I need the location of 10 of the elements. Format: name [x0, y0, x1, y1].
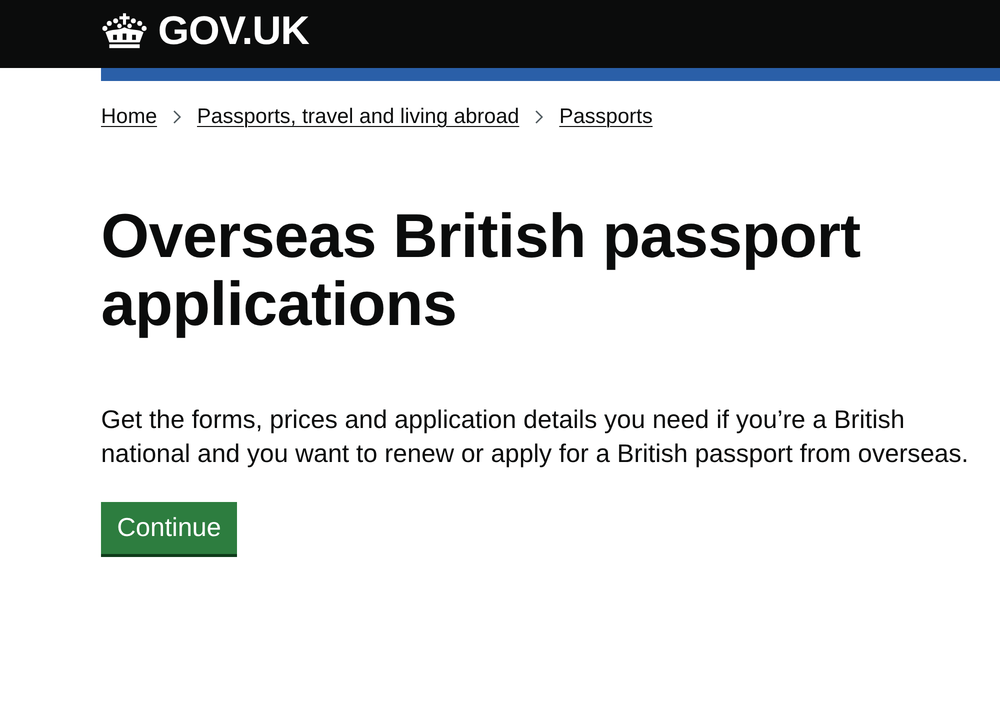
chevron-icon — [535, 110, 544, 124]
govuk-logo-link[interactable]: GOV.UK — [101, 11, 310, 51]
breadcrumb-link[interactable]: Home — [101, 105, 158, 129]
continue-button[interactable]: Continue — [101, 502, 238, 554]
breadcrumb-link[interactable]: Passports, travel and living abroad — [197, 105, 520, 129]
crown-icon — [101, 12, 148, 50]
page-title: Overseas British passport applications — [101, 203, 862, 339]
page-description: Get the forms, prices and application details you need if you’re a British national and you want to renew or apply for a British passport from overseas. — [101, 405, 970, 470]
chevron-icon — [173, 110, 182, 124]
breadcrumb-link[interactable]: Passports — [559, 105, 653, 129]
